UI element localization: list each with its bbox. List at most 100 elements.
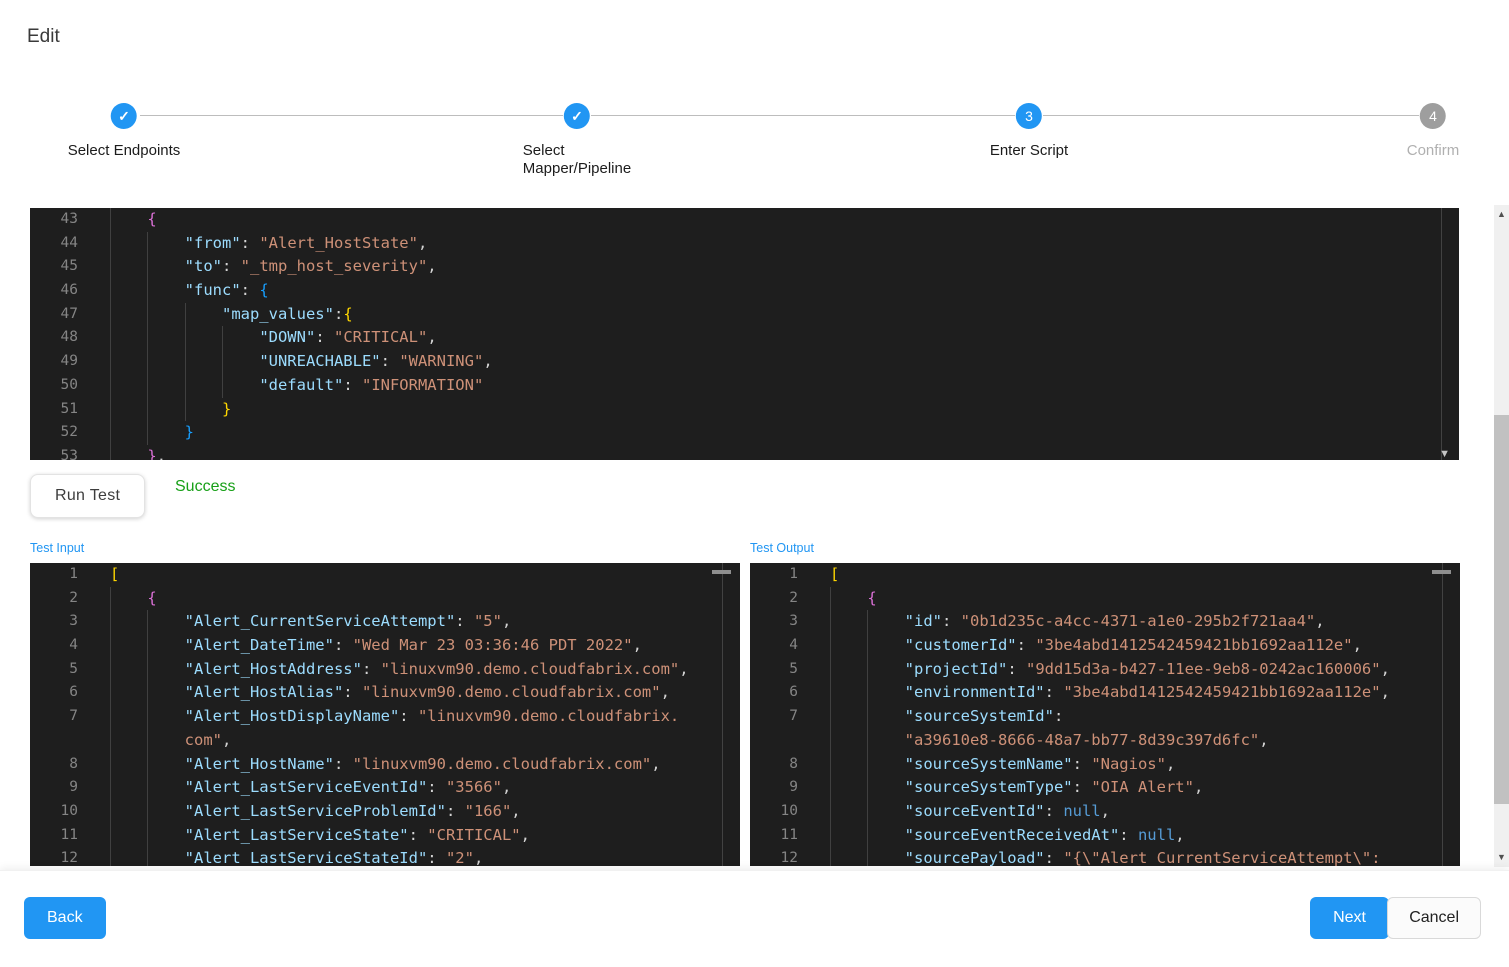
code-text: } [110,421,1459,445]
step-check-icon: ✓ [111,103,137,129]
line-number: 10 [750,800,830,824]
code-text: "sourcePayload": "{\"Alert_CurrentServic… [830,847,1460,866]
code-text: "Alert_CurrentServiceAttempt": "5", [110,610,740,634]
line-number: 8 [30,753,110,777]
step-number: 4 [1420,103,1446,129]
scroll-down-icon[interactable]: ▼ [1439,449,1450,460]
stepper-step-enter-script[interactable]: 3Enter Script [990,103,1068,160]
run-test-button[interactable]: Run Test [30,474,145,518]
code-line: 11 "Alert_LastServiceState": "CRITICAL", [30,824,740,848]
code-text: { [110,208,1459,232]
code-line: 12 "Alert_LastServiceStateId": "2", [30,847,740,866]
line-number: 3 [30,610,110,634]
editor-scrollbar-track[interactable] [1441,208,1442,460]
code-line: 2 { [750,587,1460,611]
code-text: "sourceEventId": null, [830,800,1460,824]
line-number: 7 [30,705,110,729]
code-line: 44 "from": "Alert_HostState", [30,232,1459,256]
stepper-step-select-mapper-pipeline[interactable]: ✓ SelectMapper/Pipeline [523,103,631,178]
line-number: 3 [750,610,830,634]
stepper-connector [591,115,1015,116]
code-line: 2 { [30,587,740,611]
line-number: 43 [30,208,110,232]
code-text: { [830,587,1460,611]
test-output-editor[interactable]: 1[2 {3 "id": "0b1d235c-a4cc-4371-a1e0-29… [750,563,1460,866]
line-number: 4 [30,634,110,658]
stepper: ✓Select Endpoints✓SelectMapper/Pipeline3… [0,0,1509,195]
code-line: 47 "map_values":{ [30,303,1459,327]
code-line: 49 "UNREACHABLE": "WARNING", [30,350,1459,374]
line-number: 11 [30,824,110,848]
code-text: "environmentId": "3be4abd1412542459421bb… [830,681,1460,705]
test-status-text: Success [175,478,235,496]
line-number [30,729,110,753]
editor-scrollbar-track[interactable] [722,563,723,866]
code-text: [ [830,563,1460,587]
code-text: "Alert_LastServiceState": "CRITICAL", [110,824,740,848]
stepper-step-select-endpoints[interactable]: ✓Select Endpoints [68,103,181,160]
step-label: Enter Script [990,142,1068,160]
editor-scrollbar-thumb[interactable] [1432,570,1451,574]
line-number: 53 [30,445,110,460]
code-text: "projectId": "9dd15d3a-b427-11ee-9eb8-02… [830,658,1460,682]
code-text: }, [110,445,1459,460]
code-text: "Alert_LastServiceEventId": "3566", [110,776,740,800]
next-button[interactable]: Next [1310,897,1389,939]
stepper-step-confirm[interactable]: 4Confirm [1407,103,1460,160]
editor-scrollbar-track[interactable] [1442,563,1443,866]
scroll-down-icon[interactable]: ▼ [1494,853,1509,862]
code-text: "Alert_LastServiceStateId": "2", [110,847,740,866]
line-number: 11 [750,824,830,848]
test-output-label: Test Output [750,541,814,555]
code-text: "Alert_LastServiceProblemId": "166", [110,800,740,824]
code-text: "customerId": "3be4abd1412542459421bb169… [830,634,1460,658]
check-icon: ✓ [571,109,583,123]
code-line: 3 "id": "0b1d235c-a4cc-4371-a1e0-295b2f7… [750,610,1460,634]
step-label: SelectMapper/Pipeline [523,142,631,178]
code-line: 8 "sourceSystemName": "Nagios", [750,753,1460,777]
line-number: 5 [30,658,110,682]
line-number: 1 [750,563,830,587]
line-number: 5 [750,658,830,682]
stepper-connector [140,115,563,116]
code-text: "Alert_HostName": "linuxvm90.demo.cloudf… [110,753,740,777]
stepper-connector [1043,115,1419,116]
line-number: 2 [750,587,830,611]
cancel-button[interactable]: Cancel [1387,897,1481,939]
line-number: 51 [30,398,110,422]
content-scrollbar[interactable]: ▲ ▼ [1494,205,1509,867]
code-text: [ [110,563,740,587]
code-line: 52 } [30,421,1459,445]
code-line: 9 "sourceSystemType": "OIA Alert", [750,776,1460,800]
code-line: 43 { [30,208,1459,232]
back-button[interactable]: Back [24,897,106,939]
edit-wizard-page: Edit ✓Select Endpoints✓SelectMapper/Pipe… [0,0,1509,967]
code-text: "DOWN": "CRITICAL", [110,326,1459,350]
editor-scrollbar-thumb[interactable] [712,570,731,574]
code-line: 3 "Alert_CurrentServiceAttempt": "5", [30,610,740,634]
test-input-editor[interactable]: 1[2 {3 "Alert_CurrentServiceAttempt": "5… [30,563,740,866]
line-number: 52 [30,421,110,445]
check-icon: ✓ [118,109,130,123]
code-text: "to": "_tmp_host_severity", [110,255,1459,279]
scroll-up-icon[interactable]: ▲ [1494,210,1509,219]
content-scrollbar-thumb[interactable] [1494,415,1509,804]
code-line: com", [30,729,740,753]
line-number: 48 [30,326,110,350]
code-text: "map_values":{ [110,303,1459,327]
code-line: 7 "sourceSystemId": [750,705,1460,729]
line-number: 1 [30,563,110,587]
code-text: { [110,587,740,611]
code-line: 10 "Alert_LastServiceProblemId": "166", [30,800,740,824]
code-line: "a39610e8-8666-48a7-bb77-8d39c397d6fc", [750,729,1460,753]
code-text: "Alert_HostAddress": "linuxvm90.demo.clo… [110,658,740,682]
code-line: 4 "customerId": "3be4abd1412542459421bb1… [750,634,1460,658]
script-code-editor[interactable]: 43 {44 "from": "Alert_HostState",45 "to"… [30,208,1459,460]
code-text: com", [110,729,740,753]
code-line: 5 "Alert_HostAddress": "linuxvm90.demo.c… [30,658,740,682]
code-line: 11 "sourceEventReceivedAt": null, [750,824,1460,848]
line-number: 50 [30,374,110,398]
code-text: "func": { [110,279,1459,303]
code-line: 45 "to": "_tmp_host_severity", [30,255,1459,279]
code-text: "Alert_HostAlias": "linuxvm90.demo.cloud… [110,681,740,705]
